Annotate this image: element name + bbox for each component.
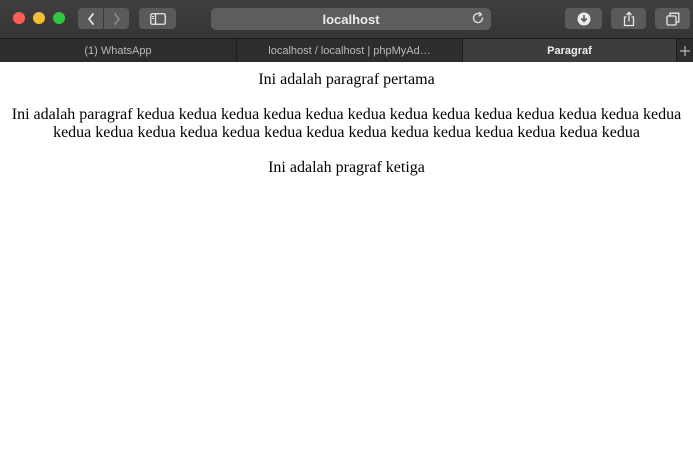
tab-label: Paragraf: [547, 44, 592, 57]
tab-bar: (1) WhatsApp localhost / localhost | php…: [0, 38, 693, 62]
tab-label: localhost / localhost | phpMyAd…: [268, 44, 431, 57]
chevron-right-icon: [113, 12, 120, 25]
maximize-window-button[interactable]: [53, 12, 65, 24]
browser-window: localhost (1) WhatsApp localhost / local…: [0, 0, 693, 475]
tab-paragraf[interactable]: Paragraf: [463, 39, 677, 62]
tab-label: (1) WhatsApp: [84, 44, 152, 57]
address-bar[interactable]: localhost: [211, 8, 491, 30]
reload-icon: [472, 11, 484, 24]
back-button[interactable]: [78, 8, 103, 29]
browser-toolbar: localhost: [0, 0, 693, 38]
sidebar-icon: [149, 12, 166, 25]
new-tab-button[interactable]: [677, 39, 693, 62]
download-icon: [577, 12, 590, 25]
tab-overview-button[interactable]: [655, 8, 690, 29]
paragraph-first: Ini adalah paragraf pertama: [258, 71, 435, 88]
share-icon: [623, 11, 634, 26]
tab-whatsapp[interactable]: (1) WhatsApp: [0, 39, 237, 62]
tabs-overview-icon: [665, 12, 679, 26]
share-button[interactable]: [611, 8, 646, 29]
page-content: Ini adalah paragraf pertama Ini adalah p…: [0, 62, 693, 475]
plus-icon: [680, 45, 690, 56]
close-window-button[interactable]: [13, 12, 25, 24]
chevron-left-icon: [87, 12, 94, 25]
downloads-button[interactable]: [565, 8, 602, 29]
forward-button[interactable]: [104, 8, 129, 29]
reload-button[interactable]: [471, 11, 485, 28]
tab-phpmyadmin[interactable]: localhost / localhost | phpMyAd…: [237, 39, 463, 62]
paragraph-third: Ini adalah pragraf ketiga: [268, 159, 425, 176]
paragraph-second: Ini adalah paragraf kedua kedua kedua ke…: [11, 106, 682, 141]
minimize-window-button[interactable]: [33, 12, 45, 24]
navigation-buttons: [78, 8, 129, 29]
address-text: localhost: [322, 11, 380, 27]
sidebar-toggle-button[interactable]: [139, 8, 176, 29]
